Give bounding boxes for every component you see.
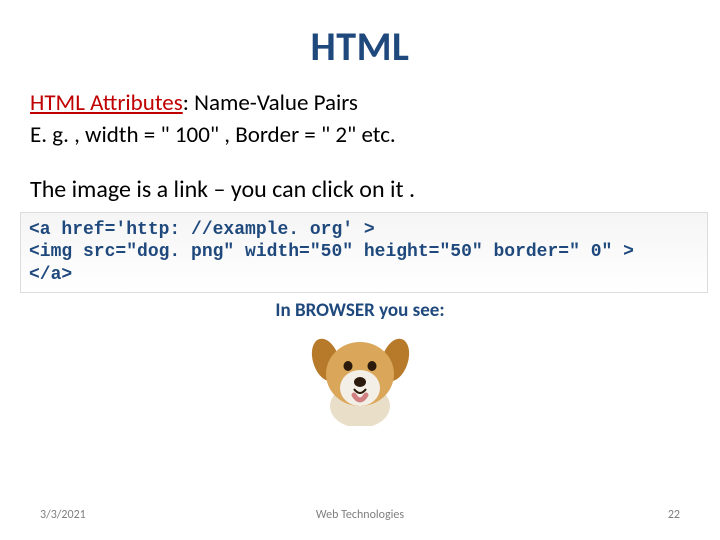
footer-page-number: 22 <box>467 508 680 522</box>
subtitle-suffix: : Name-Value Pairs <box>183 89 358 117</box>
dog-icon <box>303 326 418 426</box>
footer-center: Web Technologies <box>253 508 466 522</box>
footer-date: 3/3/2021 <box>40 508 253 522</box>
slide-footer: 3/3/2021 Web Technologies 22 <box>0 508 720 522</box>
code-line-1: <a href='http: //example. org' > <box>29 219 699 242</box>
code-block: <a href='http: //example. org' > <img sr… <box>20 212 708 294</box>
link-description: The image is a link – you can click on i… <box>30 175 690 204</box>
dog-image[interactable] <box>303 326 418 431</box>
subtitle-prefix: HTML Attributes <box>30 89 183 117</box>
subtitle-line: HTML Attributes: Name-Value Pairs <box>30 89 690 119</box>
example-line: E. g. , width = " 100" , Border = " 2" e… <box>30 121 690 149</box>
slide-title: HTML <box>30 22 690 71</box>
slide-container: HTML HTML Attributes: Name-Value Pairs E… <box>0 0 720 540</box>
browser-label: In BROWSER you see: <box>30 299 690 322</box>
rendered-image-wrap <box>30 326 690 431</box>
code-line-2: <img src="dog. png" width="50" height="5… <box>29 241 699 264</box>
code-line-3: </a> <box>29 264 699 287</box>
